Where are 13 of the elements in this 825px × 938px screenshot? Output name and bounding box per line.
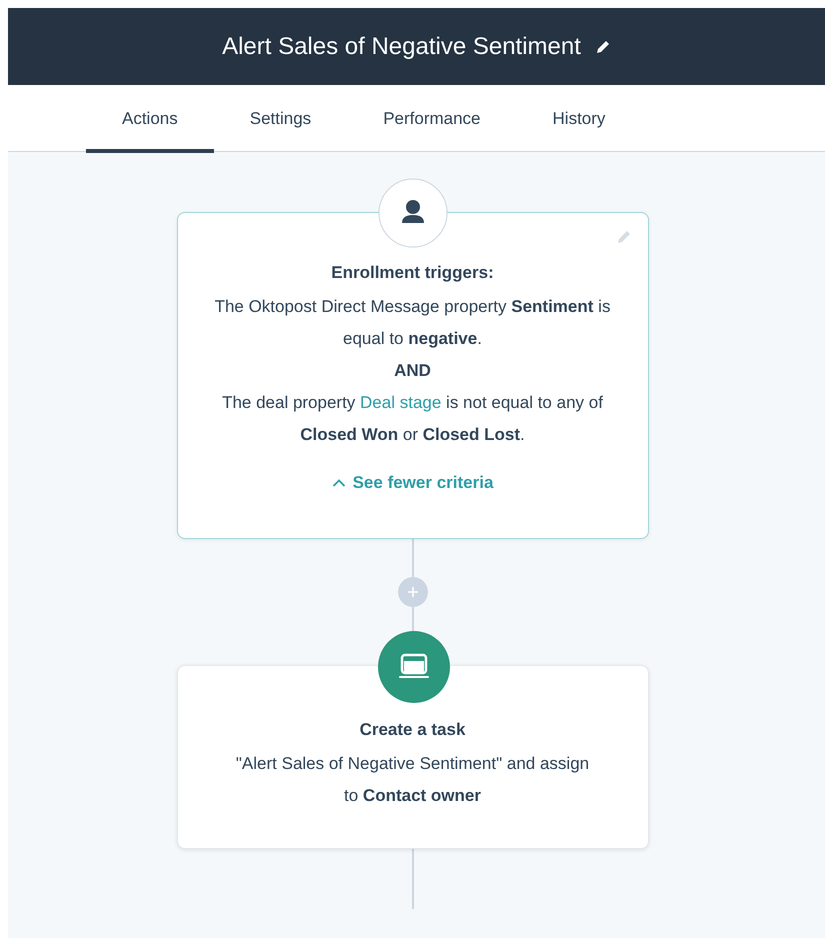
- pencil-icon[interactable]: [594, 38, 611, 54]
- action-description: "Alert Sales of Negative Sentiment" and assign to Contact owner: [234, 753, 590, 807]
- trigger-heading: Enrollment triggers:: [331, 263, 494, 283]
- tab[interactable]: Actions: [86, 85, 214, 153]
- criteria-text: The Oktopost Direct Message property Sentiment is equal to negative.: [214, 296, 612, 350]
- chevron-up-icon: [332, 478, 346, 488]
- workflow-title: Alert Sales of Negative Sentiment: [222, 32, 581, 60]
- action-heading: Create a task: [360, 720, 466, 740]
- tab[interactable]: History: [516, 85, 642, 153]
- tab[interactable]: Performance: [347, 85, 517, 153]
- criteria-text: The deal property Deal stage is not equal to any of Closed Won or Closed Lost.: [221, 392, 604, 446]
- tab[interactable]: Settings: [214, 85, 348, 153]
- criteria-joiner: AND: [394, 360, 431, 382]
